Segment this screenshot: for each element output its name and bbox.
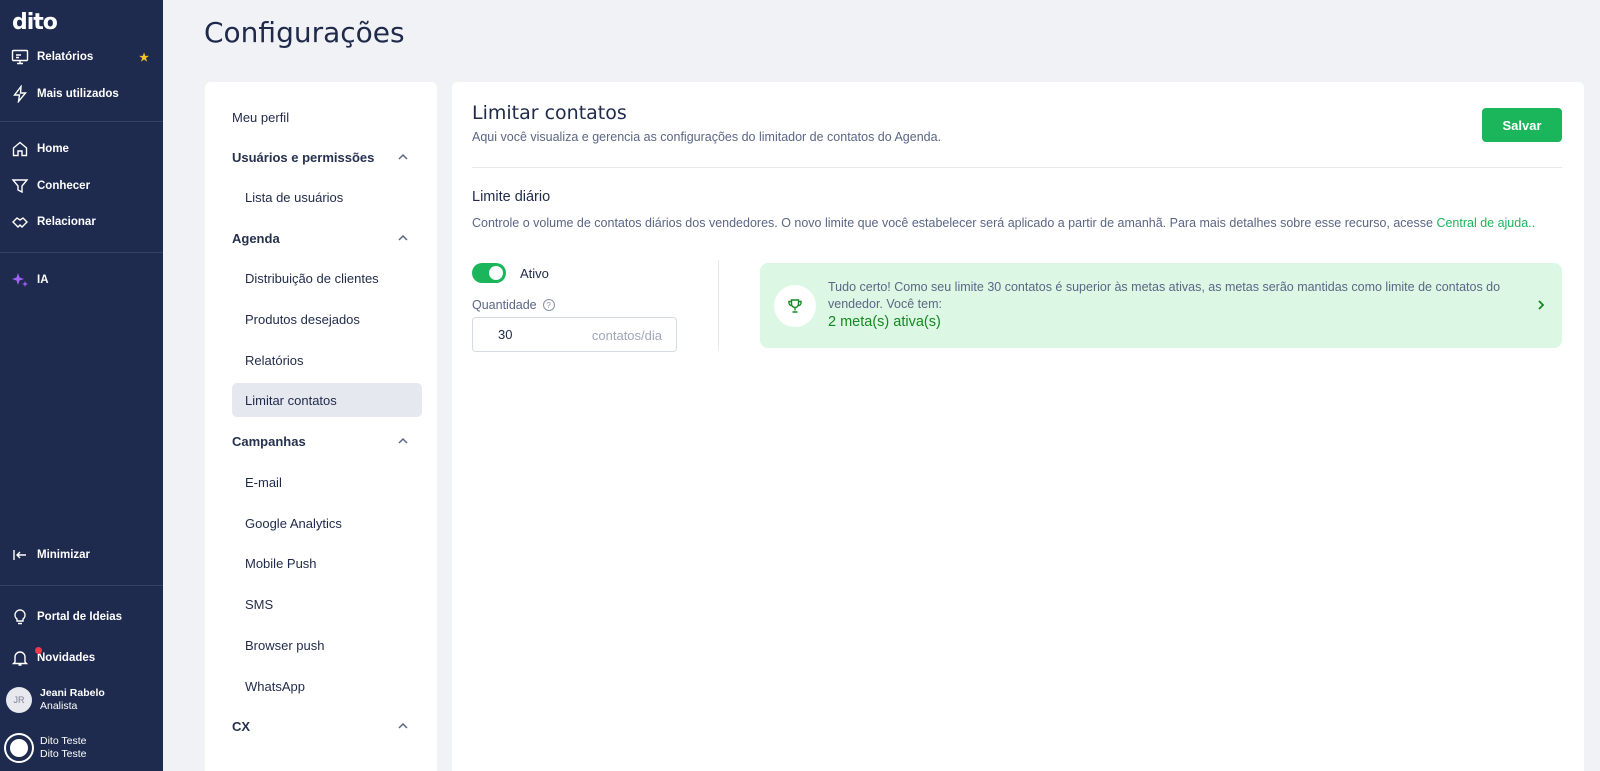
menu-item-whatsapp[interactable]: WhatsApp [232, 669, 422, 703]
menu-item-relatorios[interactable]: Relatórios [232, 343, 422, 377]
nav-item-home[interactable]: Home [0, 133, 163, 165]
nav-item-portal-de-ideias[interactable]: Portal de Ideias [0, 601, 163, 633]
nav-label: Home [37, 143, 69, 155]
menu-group-label: Campanhas [232, 433, 306, 449]
settings-menu: Meu perfil Usuários e permissões Lista d… [205, 82, 437, 771]
nav-item-relatorios[interactable]: Relatórios ★ [0, 41, 163, 73]
trophy-icon [774, 285, 816, 327]
vertical-divider [718, 260, 719, 350]
main-navigation: dito Relatórios ★ Mais utilizados Home C… [0, 0, 163, 771]
user-role: Analista [40, 700, 78, 712]
menu-item-produtos-desejados[interactable]: Produtos desejados [232, 302, 422, 336]
nav-item-novidades[interactable]: Novidades [0, 642, 163, 674]
handshake-icon [11, 213, 29, 231]
nav-label: Portal de Ideias [37, 611, 123, 623]
chevron-up-icon [398, 437, 408, 444]
account-avatar [6, 735, 32, 761]
star-icon[interactable]: ★ [139, 51, 149, 64]
bell-icon [11, 647, 42, 667]
menu-group-campanhas[interactable]: Campanhas [232, 424, 422, 458]
chevron-up-icon [398, 234, 408, 241]
quantity-unit: contatos/dia [591, 328, 662, 343]
help-icon[interactable]: ? [542, 299, 555, 311]
presentation-icon [11, 48, 29, 66]
menu-item-limitar-contatos[interactable]: Limitar contatos [232, 383, 422, 417]
section-title: Limite diário [472, 189, 551, 205]
chevron-up-icon [398, 153, 408, 160]
avatar: JR [6, 687, 32, 713]
nav-divider [0, 252, 163, 253]
home-icon [11, 140, 29, 158]
menu-item-email[interactable]: E-mail [232, 465, 422, 499]
chevron-right-icon [1538, 300, 1545, 310]
nav-label: Conhecer [37, 180, 91, 192]
toggle-knob [489, 266, 503, 280]
nav-label: Minimizar [37, 549, 91, 561]
menu-item-google-analytics[interactable]: Google Analytics [232, 506, 422, 540]
quantity-label: Quantidade ? [472, 298, 555, 312]
quantity-field: contatos/dia [472, 317, 677, 352]
dito-logo[interactable]: dito [12, 10, 58, 35]
menu-group-cx[interactable]: CX [232, 709, 422, 743]
panel-title: Limitar contatos [472, 102, 627, 124]
description-text: Controle o volume de contatos diários do… [472, 216, 1437, 230]
nav-divider [0, 585, 163, 586]
menu-group-usuarios[interactable]: Usuários e permissões [232, 140, 422, 174]
active-toggle[interactable] [472, 263, 506, 283]
user-info: Jeani Rabelo Analista [40, 687, 105, 713]
toggle-label: Ativo [520, 266, 549, 281]
nav-item-mais-utilizados[interactable]: Mais utilizados [0, 78, 163, 110]
user-name: Jeani Rabelo [40, 687, 105, 699]
menu-group-label: Agenda [232, 230, 280, 246]
account-switcher[interactable]: Dito Teste Dito Teste [0, 728, 163, 768]
nav-item-ia[interactable]: IA [0, 264, 163, 296]
lightning-icon [11, 85, 29, 103]
account-sub: Dito Teste [40, 748, 87, 760]
menu-group-label: CX [232, 718, 251, 734]
nav-divider [0, 121, 163, 122]
nav-label: IA [37, 274, 49, 286]
nav-label: Relatórios [37, 51, 94, 63]
menu-item-browser-push[interactable]: Browser push [232, 628, 422, 662]
divider [472, 167, 1562, 168]
quantity-label-text: Quantidade [472, 298, 537, 312]
menu-item-distribuicao-de-clientes[interactable]: Distribuição de clientes [232, 261, 422, 295]
menu-group-label: Usuários e permissões [232, 149, 375, 165]
sparkles-icon [11, 271, 29, 289]
save-button[interactable]: Salvar [1482, 108, 1562, 142]
menu-item-meu-perfil[interactable]: Meu perfil [232, 100, 422, 134]
menu-group-agenda[interactable]: Agenda [232, 221, 422, 255]
page-title: Configurações [204, 16, 405, 49]
menu-item-sms[interactable]: SMS [232, 587, 422, 621]
collapse-arrow-icon [11, 546, 29, 564]
active-goals-count: 2 meta(s) ativa(s) [828, 314, 941, 330]
nav-label: Novidades [37, 652, 96, 664]
nav-label: Mais utilizados [37, 88, 119, 100]
minimize-button[interactable]: Minimizar [0, 539, 163, 571]
limit-contacts-panel: Limitar contatos Aqui você visualiza e g… [452, 82, 1584, 771]
notification-dot [35, 647, 42, 654]
quantity-input[interactable] [498, 327, 588, 342]
lightbulb-icon [11, 608, 29, 626]
info-text: Tudo certo! Como seu limite 30 contatos … [828, 280, 1501, 311]
section-description: Controle o volume de contatos diários do… [472, 215, 1562, 232]
panel-subtitle: Aqui você visualiza e gerencia as config… [472, 130, 942, 144]
funnel-icon [11, 177, 29, 195]
user-profile[interactable]: JR Jeani Rabelo Analista [0, 680, 163, 720]
active-goals-card[interactable]: Tudo certo! Como seu limite 30 contatos … [760, 263, 1562, 348]
menu-item-lista-de-usuarios[interactable]: Lista de usuários [232, 180, 422, 214]
nav-item-relacionar[interactable]: Relacionar [0, 206, 163, 238]
account-name: Dito Teste [40, 735, 87, 747]
menu-item-mobile-push[interactable]: Mobile Push [232, 546, 422, 580]
nav-item-conhecer[interactable]: Conhecer [0, 170, 163, 202]
help-center-link[interactable]: Central de ajuda.. [1436, 216, 1535, 230]
account-info: Dito Teste Dito Teste [40, 735, 87, 761]
nav-label: Relacionar [37, 216, 96, 228]
chevron-up-icon [398, 722, 408, 729]
